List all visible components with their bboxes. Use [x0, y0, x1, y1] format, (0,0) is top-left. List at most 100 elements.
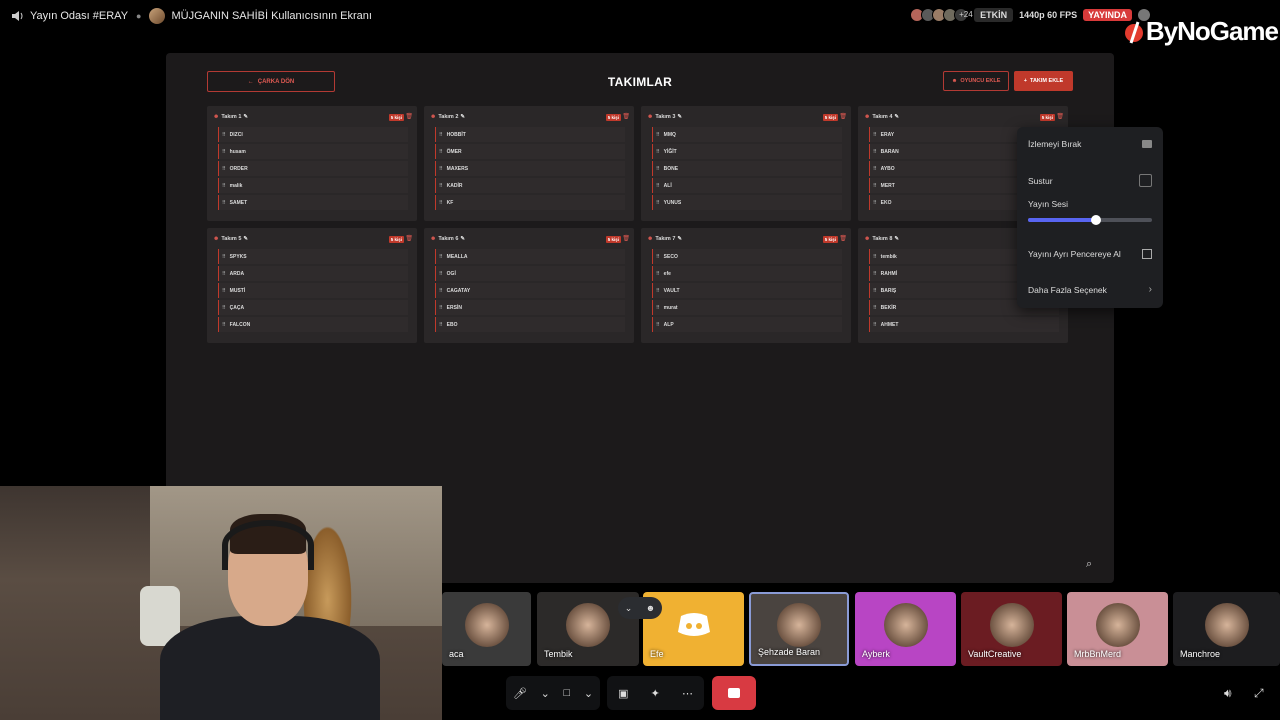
- drag-handle-icon[interactable]: ⠿: [439, 288, 443, 294]
- player-row[interactable]: ⠿ ERSİN: [435, 300, 625, 315]
- drag-handle-icon[interactable]: ⠿: [439, 183, 443, 189]
- drag-handle-icon[interactable]: ⠿: [222, 166, 226, 172]
- mute-item[interactable]: Sustur: [1028, 174, 1152, 187]
- trash-icon[interactable]: 🗑︎: [622, 113, 630, 120]
- drag-handle-icon[interactable]: ⠿: [439, 271, 443, 277]
- trash-icon[interactable]: 🗑︎: [839, 235, 847, 242]
- drag-handle-icon[interactable]: ⠿: [656, 149, 660, 155]
- trash-icon[interactable]: 🗑︎: [839, 113, 847, 120]
- trash-icon[interactable]: 🗑︎: [405, 235, 413, 242]
- fullscreen-icon[interactable]: ⤢: [1254, 686, 1264, 701]
- player-row[interactable]: ⠿ VAULT: [652, 283, 842, 298]
- add-player-button[interactable]: ☻ OYUNCU EKLE: [943, 71, 1009, 91]
- player-row[interactable]: ⠿ murat: [652, 300, 842, 315]
- disconnect-button[interactable]: [712, 676, 756, 710]
- zoom-icon[interactable]: ⌕: [1086, 558, 1102, 574]
- player-row[interactable]: ⠿ YİĞİT: [652, 144, 842, 159]
- room-name[interactable]: Yayın Odası #ERAY: [30, 10, 128, 22]
- player-row[interactable]: ⠿ SPYKS: [218, 249, 408, 264]
- microphone-icon[interactable]: 🎤︎: [513, 687, 527, 700]
- participant-tile[interactable]: VaultCreative: [961, 592, 1062, 666]
- drag-handle-icon[interactable]: ⠿: [222, 271, 226, 277]
- edit-icon[interactable]: ✎: [243, 114, 248, 120]
- team-card[interactable]: ☻ Takım 1 ✎ 5 kişi 🗑︎ ⠿ DIZCI ⠿ husam ⠿ ORDER ⠿ mali…: [207, 106, 417, 221]
- chevron-down-icon[interactable]: ⌄: [584, 687, 593, 700]
- add-team-button[interactable]: + TAKIM EKLE: [1014, 71, 1073, 91]
- participant-tile[interactable]: MrbBnMerd: [1067, 592, 1168, 666]
- viewer-avatars[interactable]: +24: [910, 8, 973, 22]
- player-row[interactable]: ⠿ ALİ: [652, 178, 842, 193]
- player-row[interactable]: ⠿ SECO: [652, 249, 842, 264]
- volume-slider-knob[interactable]: [1091, 215, 1102, 225]
- drag-handle-icon[interactable]: ⠿: [439, 166, 443, 172]
- drag-handle-icon[interactable]: ⠿: [222, 200, 226, 206]
- stop-watching-item[interactable]: İzlemeyi Bırak: [1028, 139, 1152, 149]
- player-row[interactable]: ⠿ DIZCI: [218, 127, 408, 142]
- player-row[interactable]: ⠿ MAXERS: [435, 161, 625, 176]
- drag-handle-icon[interactable]: ⠿: [656, 305, 660, 311]
- player-row[interactable]: ⠿ MEALLA: [435, 249, 625, 264]
- volume-slider[interactable]: [1028, 215, 1152, 225]
- activities-icon[interactable]: ✦: [651, 687, 660, 700]
- drag-handle-icon[interactable]: ⠿: [439, 132, 443, 138]
- trash-icon[interactable]: 🗑︎: [622, 235, 630, 242]
- player-row[interactable]: ⠿ KADİR: [435, 178, 625, 193]
- popout-item[interactable]: Yayını Ayrı Pencereye Al: [1028, 249, 1152, 259]
- drag-handle-icon[interactable]: ⠿: [222, 132, 226, 138]
- participant-tile[interactable]: Şehzade Baran: [749, 592, 849, 666]
- edit-icon[interactable]: ✎: [894, 236, 899, 242]
- more-icon[interactable]: ⋯: [682, 687, 693, 700]
- drag-handle-icon[interactable]: ⠿: [656, 166, 660, 172]
- drag-handle-icon[interactable]: ⠿: [873, 254, 877, 260]
- player-row[interactable]: ⠿ husam: [218, 144, 408, 159]
- drag-handle-icon[interactable]: ⠿: [656, 200, 660, 206]
- drag-handle-icon[interactable]: ⠿: [439, 322, 443, 328]
- drag-handle-icon[interactable]: ⠿: [222, 254, 226, 260]
- player-row[interactable]: ⠿ efe: [652, 266, 842, 281]
- drag-handle-icon[interactable]: ⠿: [656, 132, 660, 138]
- chevron-down-icon[interactable]: ⌄: [541, 687, 550, 700]
- player-row[interactable]: ⠿ MMQ: [652, 127, 842, 142]
- team-card[interactable]: ☻ Takım 7 ✎ 5 kişi 🗑︎ ⠿ SECO ⠿ efe ⠿ VAULT ⠿ murat ⠿ A…: [641, 228, 851, 343]
- player-row[interactable]: ⠿ SAMET: [218, 195, 408, 210]
- player-row[interactable]: ⠿ ALP: [652, 317, 842, 332]
- team-card[interactable]: ☻ Takım 3 ✎ 5 kişi 🗑︎ ⠿ MMQ ⠿ YİĞİT ⠿ BONE ⠿ ALİ ⠿ YUN…: [641, 106, 851, 221]
- drag-handle-icon[interactable]: ⠿: [656, 271, 660, 277]
- screen-share-icon[interactable]: ▣: [618, 687, 628, 700]
- drag-handle-icon[interactable]: ⠿: [873, 132, 877, 138]
- drag-handle-icon[interactable]: ⠿: [222, 322, 226, 328]
- team-card[interactable]: ☻ Takım 5 ✎ 5 kişi 🗑︎ ⠿ SPYKS ⠿ ARDA ⠿ MUSTİ ⠿ ÇAÇA ⠿…: [207, 228, 417, 343]
- edit-icon[interactable]: ✎: [677, 114, 682, 120]
- drag-handle-icon[interactable]: ⠿: [439, 149, 443, 155]
- drag-handle-icon[interactable]: ⠿: [222, 305, 226, 311]
- player-row[interactable]: ⠿ CAGATAY: [435, 283, 625, 298]
- edit-icon[interactable]: ✎: [894, 114, 899, 120]
- drag-handle-icon[interactable]: ⠿: [222, 288, 226, 294]
- trash-icon[interactable]: 🗑︎: [1056, 113, 1064, 120]
- drag-handle-icon[interactable]: ⠿: [873, 200, 877, 206]
- participant-tile[interactable]: Manchroe: [1173, 592, 1280, 666]
- edit-icon[interactable]: ✎: [243, 236, 248, 242]
- player-row[interactable]: ⠿ AHMET: [869, 317, 1059, 332]
- participants-toggle[interactable]: ⌄ ☻: [618, 597, 662, 619]
- player-row[interactable]: ⠿ ÖMER: [435, 144, 625, 159]
- drag-handle-icon[interactable]: ⠿: [222, 183, 226, 189]
- team-card[interactable]: ☻ Takım 6 ✎ 5 kişi 🗑︎ ⠿ MEALLA ⠿ OGİ ⠿ CAGATAY ⠿ ERS…: [424, 228, 634, 343]
- drag-handle-icon[interactable]: ⠿: [656, 322, 660, 328]
- player-row[interactable]: ⠿ malik: [218, 178, 408, 193]
- team-card[interactable]: ☻ Takım 2 ✎ 5 kişi 🗑︎ ⠿ HOBBİT ⠿ ÖMER ⠿ MAXERS ⠿ KAD…: [424, 106, 634, 221]
- drag-handle-icon[interactable]: ⠿: [873, 305, 877, 311]
- more-options-item[interactable]: Daha Fazla Seçenek ›: [1028, 284, 1152, 295]
- player-row[interactable]: ⠿ ORDER: [218, 161, 408, 176]
- drag-handle-icon[interactable]: ⠿: [873, 149, 877, 155]
- player-row[interactable]: ⠿ FALCON: [218, 317, 408, 332]
- drag-handle-icon[interactable]: ⠿: [873, 183, 877, 189]
- drag-handle-icon[interactable]: ⠿: [222, 149, 226, 155]
- player-row[interactable]: ⠿ BONE: [652, 161, 842, 176]
- drag-handle-icon[interactable]: ⠿: [873, 166, 877, 172]
- edit-icon[interactable]: ✎: [677, 236, 682, 242]
- camera-off-icon[interactable]: □: [564, 687, 571, 699]
- drag-handle-icon[interactable]: ⠿: [656, 288, 660, 294]
- edit-icon[interactable]: ✎: [460, 114, 465, 120]
- drag-handle-icon[interactable]: ⠿: [439, 200, 443, 206]
